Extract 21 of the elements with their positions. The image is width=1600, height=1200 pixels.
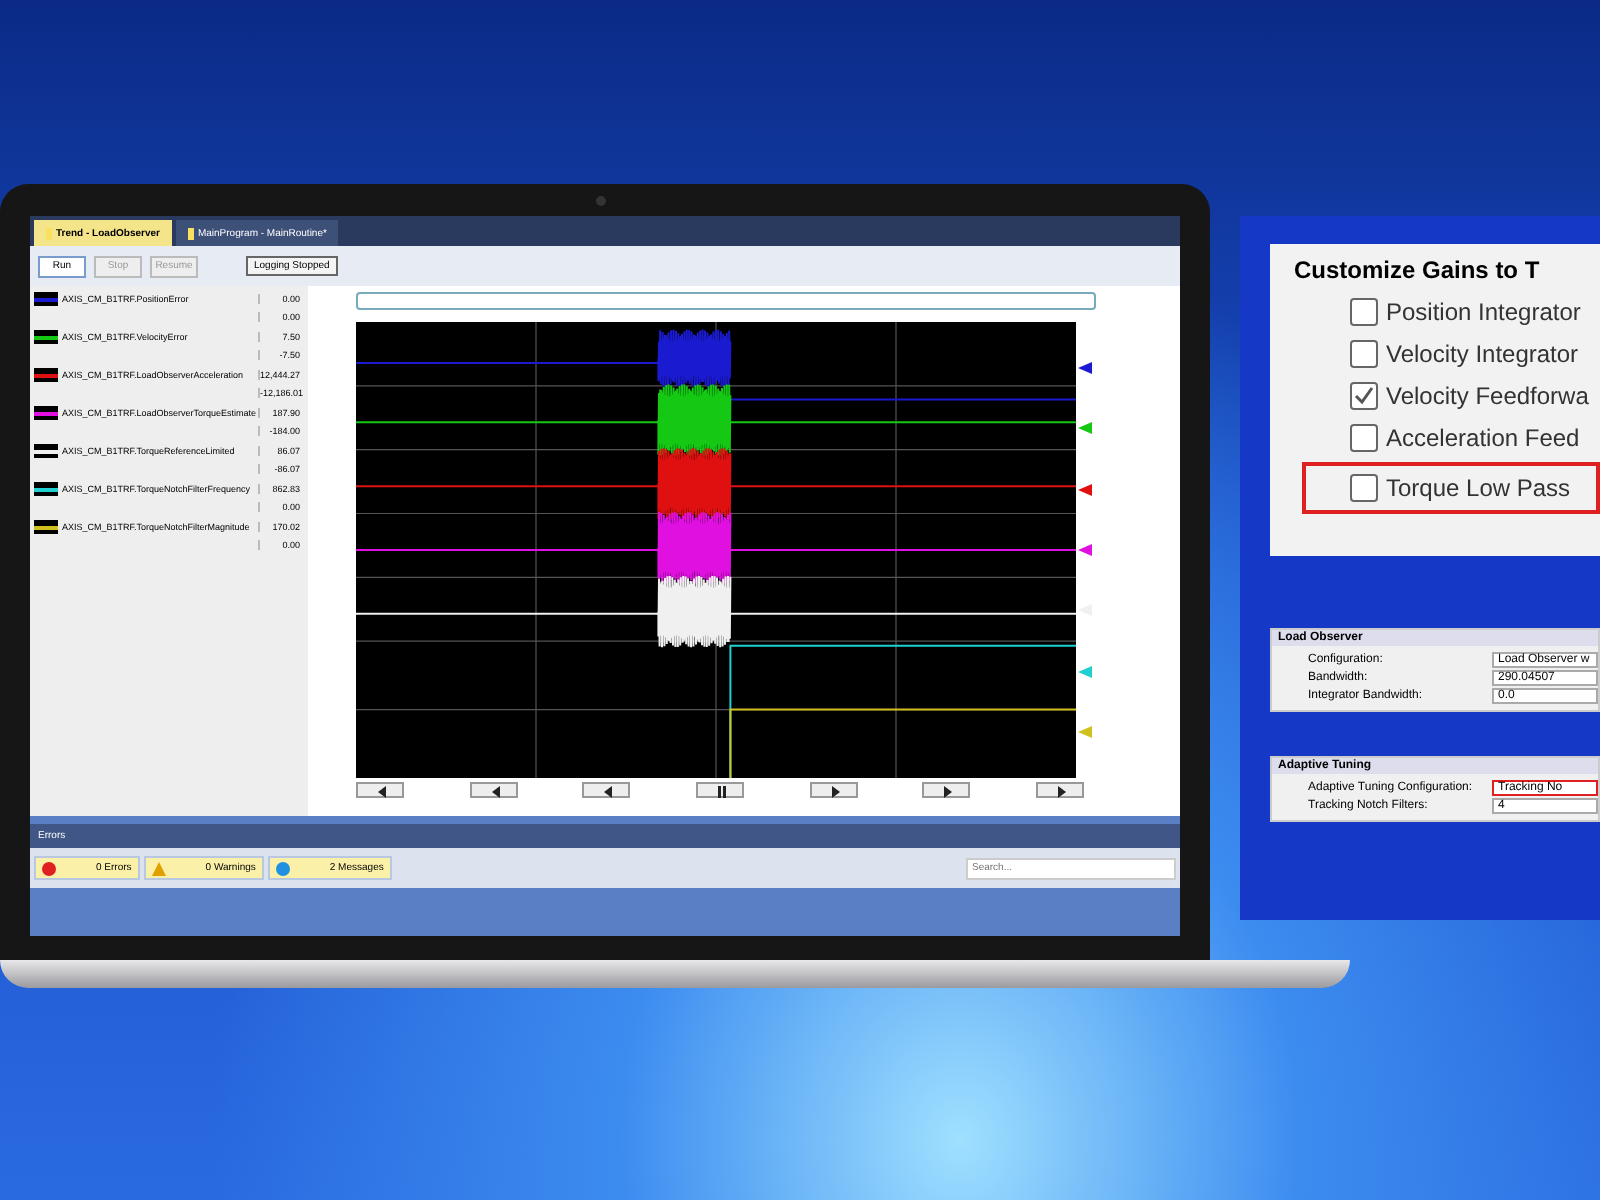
- document-icon: [187, 227, 194, 239]
- scroll-button[interactable]: [582, 782, 631, 798]
- error-icon: [42, 861, 56, 875]
- scroll-button[interactable]: [695, 782, 744, 798]
- scroll-button[interactable]: [469, 782, 518, 798]
- scroll-button[interactable]: [922, 782, 971, 798]
- camera-icon: [596, 196, 606, 206]
- gain-option[interactable]: Position Integrator: [1278, 294, 1600, 330]
- document-icon: [46, 227, 52, 239]
- warning-icon: [151, 861, 166, 875]
- scroll-button[interactable]: [809, 782, 858, 798]
- gains-title: Customize Gains to T: [1294, 256, 1542, 284]
- check-icon: [1352, 384, 1376, 408]
- gain-option[interactable]: Acceleration Feed: [1278, 420, 1600, 456]
- gain-option[interactable]: Velocity Feedforwa: [1278, 378, 1600, 414]
- gain-option[interactable]: Torque Low Pass: [1302, 462, 1600, 514]
- gain-option[interactable]: Velocity Integrator: [1278, 336, 1600, 372]
- right-arrow-icon: [938, 782, 955, 798]
- scroll-button[interactable]: [356, 782, 404, 798]
- info-icon: [275, 861, 290, 875]
- scroll-button[interactable]: [1035, 782, 1084, 798]
